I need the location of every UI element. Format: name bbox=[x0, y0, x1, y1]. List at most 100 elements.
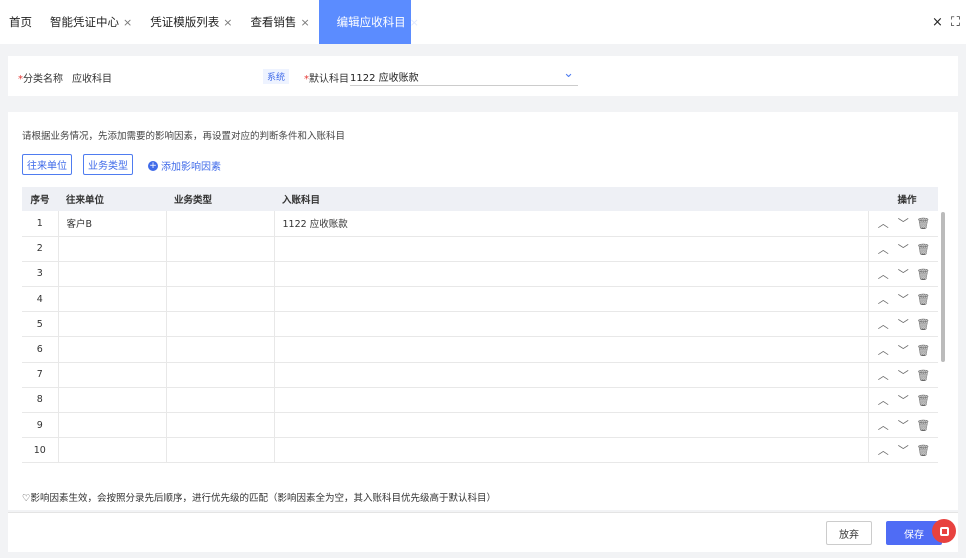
move-up-icon[interactable]: ︿ bbox=[873, 417, 893, 433]
row-account-cell[interactable] bbox=[274, 362, 869, 388]
table-scrollbar[interactable] bbox=[941, 212, 945, 362]
tab-voucher-template-list[interactable]: 凭证模版列表 × bbox=[141, 0, 241, 44]
move-up-icon[interactable]: ︿ bbox=[873, 392, 893, 408]
row-seq-cell: 9 bbox=[22, 412, 59, 439]
delete-icon[interactable]: 🗑 bbox=[913, 344, 933, 357]
row-business-type-cell[interactable] bbox=[166, 362, 275, 388]
move-down-icon[interactable]: ﹀ bbox=[893, 392, 913, 408]
move-down-icon[interactable]: ﹀ bbox=[893, 241, 913, 257]
row-seq-cell: 8 bbox=[22, 387, 59, 414]
delete-icon[interactable]: 🗑 bbox=[913, 369, 933, 382]
table-row: 5 ︿ ﹀ 🗑 bbox=[22, 311, 938, 338]
tab-label: 编辑应收科目 bbox=[336, 15, 406, 29]
move-down-icon[interactable]: ﹀ bbox=[893, 367, 913, 383]
tab-edit-receivable-account[interactable]: 编辑应收科目 × bbox=[318, 0, 419, 44]
row-account-cell[interactable] bbox=[274, 236, 869, 262]
row-account-cell[interactable] bbox=[274, 311, 869, 338]
close-icon[interactable]: × bbox=[123, 16, 132, 29]
row-counterparty-cell[interactable] bbox=[58, 336, 167, 363]
row-business-type-cell[interactable] bbox=[166, 412, 275, 439]
move-down-icon[interactable]: ﹀ bbox=[893, 342, 913, 358]
window-actions: × ⛶ bbox=[932, 0, 960, 44]
row-business-type-cell[interactable] bbox=[166, 437, 275, 464]
feedback-float-button[interactable] bbox=[932, 519, 956, 543]
move-up-icon[interactable]: ︿ bbox=[873, 367, 893, 383]
close-all-icon[interactable]: × bbox=[932, 15, 943, 30]
row-account-cell[interactable] bbox=[274, 387, 869, 414]
delete-icon[interactable]: 🗑 bbox=[913, 394, 933, 407]
tab-smart-voucher-center[interactable]: 智能凭证中心 × bbox=[41, 0, 141, 44]
table-row: 3 ︿ ﹀ 🗑 bbox=[22, 261, 938, 288]
move-up-icon[interactable]: ︿ bbox=[873, 316, 893, 332]
col-op-header: 操作 bbox=[868, 187, 938, 211]
move-up-icon[interactable]: ︿ bbox=[873, 342, 893, 358]
delete-icon[interactable]: 🗑 bbox=[913, 444, 933, 457]
col-account-header: 入账科目 bbox=[274, 187, 868, 211]
row-business-type-cell[interactable] bbox=[166, 387, 275, 414]
cancel-button[interactable]: 放弃 bbox=[826, 521, 872, 545]
table-row: 2 ︿ ﹀ 🗑 bbox=[22, 236, 938, 262]
row-counterparty-cell[interactable] bbox=[58, 236, 167, 262]
move-up-icon[interactable]: ︿ bbox=[873, 215, 893, 231]
row-op-cell: ︿ ﹀ 🗑 bbox=[868, 336, 938, 363]
move-down-icon[interactable]: ﹀ bbox=[893, 442, 913, 458]
row-account-cell[interactable] bbox=[274, 336, 869, 363]
tab-view-sales[interactable]: 查看销售 × bbox=[241, 0, 318, 44]
row-business-type-cell[interactable] bbox=[166, 261, 275, 288]
add-factor-button[interactable]: + 添加影响因素 bbox=[148, 158, 221, 173]
delete-icon[interactable]: 🗑 bbox=[913, 293, 933, 306]
row-business-type-cell[interactable] bbox=[166, 236, 275, 262]
default-account-select[interactable]: 1122 应收账款 ⌄ bbox=[350, 64, 578, 86]
move-down-icon[interactable]: ﹀ bbox=[893, 266, 913, 282]
delete-icon[interactable]: 🗑 bbox=[913, 243, 933, 256]
row-counterparty-cell[interactable] bbox=[58, 412, 167, 439]
close-icon[interactable]: × bbox=[300, 16, 309, 29]
delete-icon[interactable]: 🗑 bbox=[913, 268, 933, 281]
table-row: 6 ︿ ﹀ 🗑 bbox=[22, 336, 938, 363]
row-counterparty-cell[interactable] bbox=[58, 362, 167, 388]
row-business-type-cell[interactable] bbox=[166, 311, 275, 338]
row-counterparty-cell[interactable]: 客户B bbox=[58, 211, 167, 237]
row-counterparty-cell[interactable] bbox=[58, 261, 167, 288]
row-business-type-cell[interactable] bbox=[166, 211, 275, 237]
row-op-cell: ︿ ﹀ 🗑 bbox=[868, 412, 938, 439]
move-up-icon[interactable]: ︿ bbox=[873, 291, 893, 307]
move-down-icon[interactable]: ﹀ bbox=[893, 215, 913, 231]
move-up-icon[interactable]: ︿ bbox=[873, 266, 893, 282]
delete-icon[interactable]: 🗑 bbox=[913, 318, 933, 331]
row-seq-cell: 2 bbox=[22, 236, 59, 262]
row-counterparty-cell[interactable] bbox=[58, 437, 167, 464]
counterparty-factor-button[interactable]: 往来单位 bbox=[22, 154, 72, 175]
row-counterparty-cell[interactable] bbox=[58, 286, 167, 313]
row-account-cell[interactable] bbox=[274, 261, 869, 288]
tab-label: 凭证模版列表 bbox=[150, 15, 220, 29]
row-account-cell[interactable] bbox=[274, 286, 869, 313]
close-icon[interactable]: × bbox=[410, 16, 419, 29]
row-op-cell: ︿ ﹀ 🗑 bbox=[868, 387, 938, 414]
move-up-icon[interactable]: ︿ bbox=[873, 241, 893, 257]
tab-home[interactable]: 首页 bbox=[0, 0, 41, 44]
row-business-type-cell[interactable] bbox=[166, 286, 275, 313]
row-account-cell[interactable] bbox=[274, 437, 869, 464]
close-icon[interactable]: × bbox=[223, 16, 232, 29]
move-down-icon[interactable]: ﹀ bbox=[893, 417, 913, 433]
table-header-row: 序号 往来单位 业务类型 入账科目 操作 bbox=[22, 187, 938, 211]
delete-icon[interactable]: 🗑 bbox=[913, 419, 933, 432]
factor-hint: 请根据业务情况，先添加需要的影响因素，再设置对应的判断条件和入账科目 bbox=[22, 131, 346, 142]
table-row: 7 ︿ ﹀ 🗑 bbox=[22, 362, 938, 388]
table-row: 4 ︿ ﹀ 🗑 bbox=[22, 286, 938, 313]
row-counterparty-cell[interactable] bbox=[58, 311, 167, 338]
row-account-cell[interactable]: 1122 应收账款 bbox=[274, 211, 869, 237]
row-seq-cell: 1 bbox=[22, 211, 59, 237]
move-up-icon[interactable]: ︿ bbox=[873, 442, 893, 458]
col-business-type-header: 业务类型 bbox=[166, 187, 274, 211]
default-account-label: *默认科目 bbox=[304, 70, 349, 85]
row-business-type-cell[interactable] bbox=[166, 336, 275, 363]
row-counterparty-cell[interactable] bbox=[58, 387, 167, 414]
move-down-icon[interactable]: ﹀ bbox=[893, 291, 913, 307]
move-down-icon[interactable]: ﹀ bbox=[893, 316, 913, 332]
fullscreen-icon[interactable]: ⛶ bbox=[951, 15, 960, 30]
delete-icon[interactable]: 🗑 bbox=[913, 217, 933, 230]
row-account-cell[interactable] bbox=[274, 412, 869, 439]
business-type-factor-button[interactable]: 业务类型 bbox=[83, 154, 133, 175]
